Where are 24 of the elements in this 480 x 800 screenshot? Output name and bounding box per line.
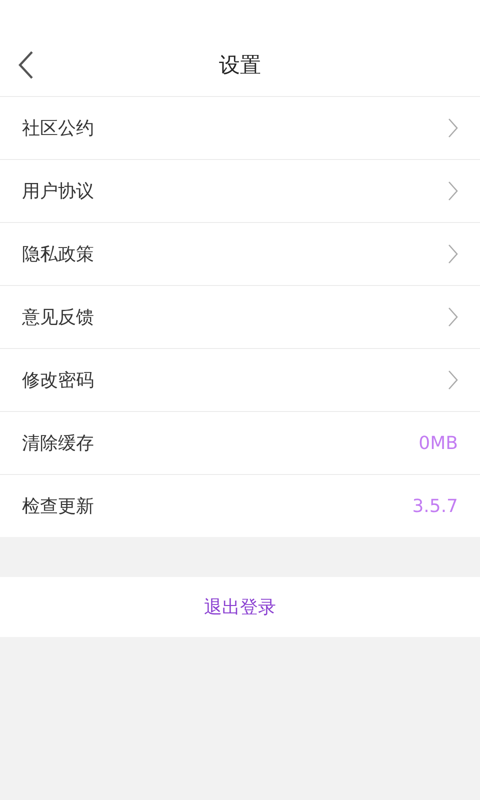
settings-row[interactable]: 意见反馈	[0, 286, 480, 349]
row-label: 隐私政策	[22, 243, 94, 266]
back-icon	[18, 50, 34, 80]
settings-row[interactable]: 社区公约	[0, 97, 480, 160]
row-label: 清除缓存	[22, 432, 94, 455]
chevron-icon	[448, 181, 458, 201]
chevron-icon	[448, 370, 458, 390]
chevron-icon	[448, 118, 458, 138]
settings-row[interactable]: 隐私政策	[0, 223, 480, 286]
row-value: 0MB	[418, 432, 458, 454]
settings-row[interactable]: 检查更新 3.5.7	[0, 475, 480, 537]
settings-row[interactable]: 清除缓存 0MB	[0, 412, 480, 475]
settings-row[interactable]: 用户协议	[0, 160, 480, 223]
row-label: 用户协议	[22, 180, 94, 203]
row-label: 检查更新	[22, 495, 94, 518]
row-label: 社区公约	[22, 117, 94, 140]
settings-row[interactable]: 修改密码	[0, 349, 480, 412]
row-label: 意见反馈	[22, 306, 94, 329]
page-title: 设置	[219, 52, 261, 79]
row-label: 修改密码	[22, 369, 94, 392]
row-value: 3.5.7	[412, 496, 458, 516]
logout-button[interactable]: 退出登录	[0, 577, 480, 637]
chevron-icon	[448, 244, 458, 264]
chevron-icon	[448, 307, 458, 327]
